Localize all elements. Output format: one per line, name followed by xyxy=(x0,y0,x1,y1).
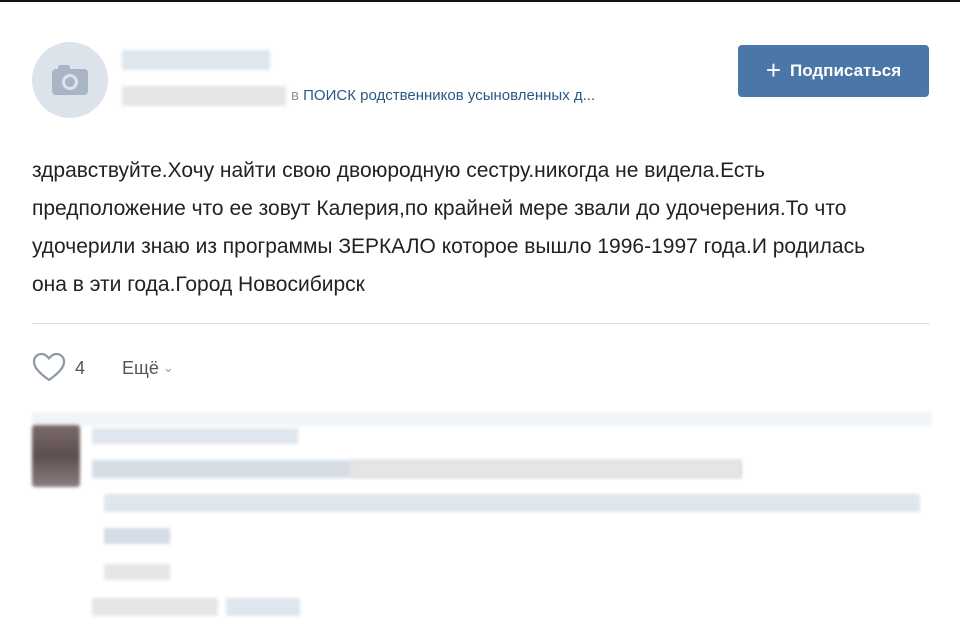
comment-meta-blurred xyxy=(104,564,170,580)
commenter-avatar-blurred[interactable] xyxy=(32,425,80,487)
author-name-blurred[interactable] xyxy=(122,50,270,70)
author-avatar[interactable] xyxy=(32,42,108,118)
subscribe-label: Подписаться xyxy=(790,61,902,80)
group-link[interactable]: в ПОИСК родственников усыновленных д... xyxy=(291,86,595,106)
chevron-down-icon: ⌄ xyxy=(162,360,174,375)
commenter-name-blurred[interactable] xyxy=(92,428,298,444)
comment-text-blurred xyxy=(104,494,920,512)
plus-icon: + xyxy=(765,55,782,85)
camera-icon xyxy=(52,65,88,95)
top-border xyxy=(0,0,960,2)
post-text: здравствуйте.Хочу найти свою двоюродную … xyxy=(32,152,932,304)
comment-meta-blurred xyxy=(104,528,170,544)
heart-icon[interactable] xyxy=(32,351,66,385)
post-text-line: удочерили знаю из программы ЗЕРКАЛО кото… xyxy=(32,235,866,258)
post-text-line: здравствуйте.Хочу найти свою двоюродную … xyxy=(32,159,765,182)
group-link-prefix: в xyxy=(291,87,299,104)
post-text-line: предположение что ее зовут Калерия,по кр… xyxy=(32,197,847,220)
post-text-line: она в эти года.Город Новосибирск xyxy=(32,273,365,296)
post-divider xyxy=(32,323,930,324)
comment-separator-blurred xyxy=(32,412,932,426)
more-label: Ещё xyxy=(122,358,159,378)
reply-link-blurred[interactable] xyxy=(226,598,300,616)
comment-meta-blurred xyxy=(92,598,218,616)
group-link-name[interactable]: ПОИСК родственников усыновленных д... xyxy=(303,87,595,104)
post-date-blurred xyxy=(122,86,286,106)
comment-text-blurred xyxy=(350,460,740,478)
like-count: 4 xyxy=(75,358,86,378)
subscribe-button[interactable]: + Подписаться xyxy=(738,45,929,97)
more-button[interactable]: Ещё ⌄ xyxy=(122,356,174,380)
